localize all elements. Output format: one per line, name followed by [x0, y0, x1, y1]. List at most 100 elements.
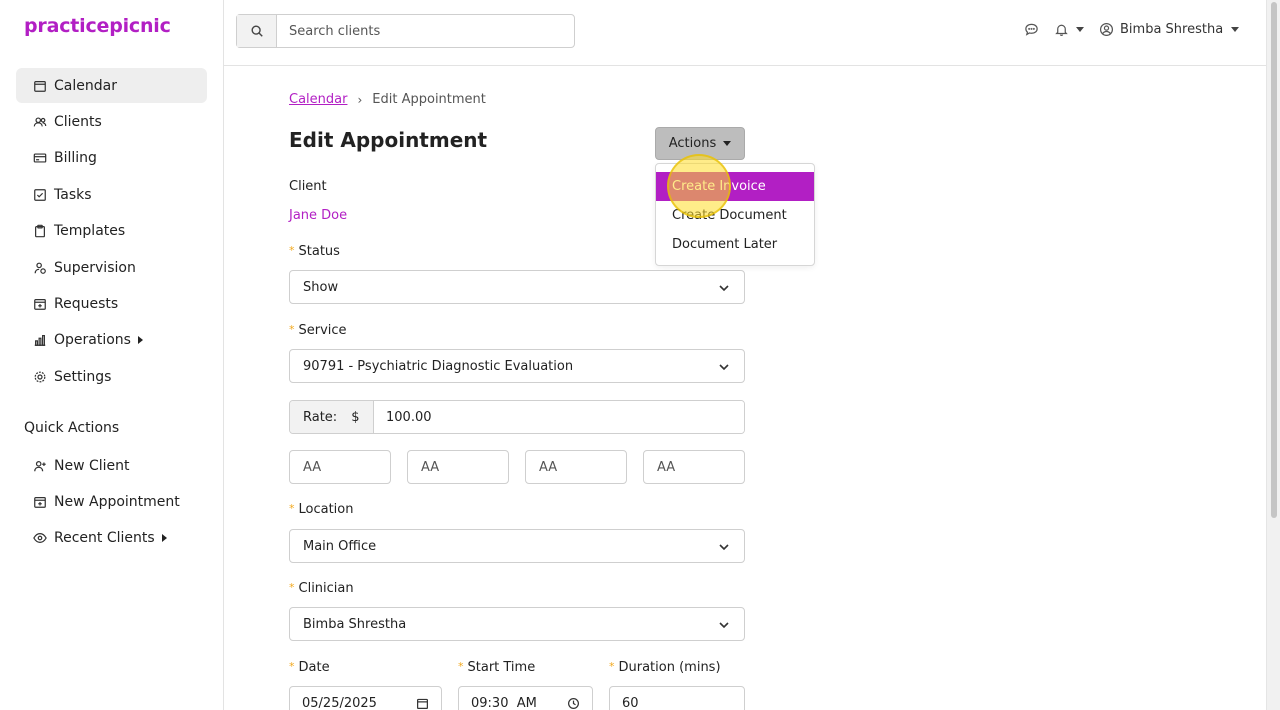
bar-chart-icon: [32, 332, 47, 347]
calendar-icon[interactable]: [416, 697, 429, 710]
sidebar-item-clients[interactable]: Clients: [16, 104, 207, 139]
scrollbar-thumb[interactable]: [1271, 2, 1277, 518]
actions-button[interactable]: Actions: [655, 127, 745, 160]
client-name-link[interactable]: Jane Doe: [289, 208, 347, 223]
status-value: Show: [303, 279, 339, 295]
sidebar-item-settings[interactable]: Settings: [16, 359, 207, 394]
sidebar-item-operations[interactable]: Operations: [16, 322, 207, 357]
sidebar-item-label: Settings: [54, 368, 112, 385]
quick-action-label: New Client: [54, 457, 130, 474]
actions-button-label: Actions: [668, 136, 717, 151]
quick-action-new-client[interactable]: New Client: [16, 448, 207, 483]
user-plus-icon: [32, 458, 47, 473]
sidebar-item-supervision[interactable]: Supervision: [16, 250, 207, 285]
rate-label: Rate:: [303, 409, 338, 425]
user-supervision-icon: [32, 260, 47, 275]
breadcrumb: Calendar › Edit Appointment: [289, 92, 486, 107]
start-time-input[interactable]: 09:30 AM: [458, 686, 593, 710]
location-value: Main Office: [303, 538, 377, 554]
quick-action-label: Recent Clients: [54, 529, 155, 546]
date-label: * Date: [289, 660, 330, 675]
quick-action-recent-clients[interactable]: Recent Clients: [16, 520, 207, 555]
chevron-down-icon: [1076, 27, 1084, 32]
chevron-down-icon: [1231, 27, 1240, 32]
client-label: Client: [289, 179, 327, 194]
sidebar-item-requests[interactable]: Requests: [16, 286, 207, 321]
start-time-value: 09:30 AM: [471, 695, 537, 710]
menu-item-create-invoice[interactable]: Create Invoice: [656, 172, 814, 201]
required-marker: *: [609, 660, 615, 673]
required-marker: *: [289, 323, 295, 336]
sidebar-item-label: Templates: [54, 222, 126, 239]
rate-input[interactable]: [374, 401, 744, 433]
sidebar-item-label: Calendar: [54, 77, 117, 94]
chevron-down-icon: [718, 361, 730, 373]
caret-right-icon: [161, 533, 167, 542]
users-icon: [32, 114, 47, 129]
currency-symbol: $: [351, 409, 360, 425]
user-name: Bimba Shrestha: [1120, 22, 1224, 37]
sidebar-item-calendar[interactable]: Calendar: [16, 68, 207, 103]
chat-button[interactable]: [1024, 22, 1039, 37]
rate-field: Rate: $: [289, 400, 745, 434]
sidebar-item-label: Operations: [54, 331, 131, 348]
quick-action-label: New Appointment: [54, 493, 180, 510]
calendar-plus-icon: [32, 296, 47, 311]
status-label: * Status: [289, 244, 340, 259]
chevron-down-icon: [718, 282, 730, 294]
clock-icon[interactable]: [567, 697, 580, 710]
chat-bubble-icon: [1025, 23, 1038, 36]
duration-input[interactable]: 60: [609, 686, 745, 710]
sidebar-item-label: Billing: [54, 149, 97, 166]
menu-item-create-document[interactable]: Create Document: [656, 201, 814, 230]
search-box: [236, 14, 575, 48]
user-circle-icon: [1099, 22, 1114, 37]
service-label: * Service: [289, 323, 347, 338]
modifier-input-1[interactable]: [289, 450, 391, 484]
status-select[interactable]: Show: [289, 270, 745, 304]
service-select[interactable]: 90791 - Psychiatric Diagnostic Evaluatio…: [289, 349, 745, 383]
duration-label: * Duration (mins): [609, 660, 721, 675]
date-input[interactable]: 05/25/2025: [289, 686, 442, 710]
breadcrumb-current: Edit Appointment: [372, 92, 486, 107]
gear-icon: [32, 369, 47, 384]
location-select[interactable]: Main Office: [289, 529, 745, 563]
sidebar-item-templates[interactable]: Templates: [16, 213, 207, 248]
page-title: Edit Appointment: [289, 128, 488, 152]
sidebar-item-billing[interactable]: Billing: [16, 140, 207, 175]
quick-actions-heading: Quick Actions: [24, 420, 120, 436]
clinician-select[interactable]: Bimba Shrestha: [289, 607, 745, 641]
modifier-input-4[interactable]: [643, 450, 745, 484]
page-scrollbar[interactable]: [1266, 0, 1280, 710]
bell-icon: [1055, 24, 1068, 36]
notifications-button[interactable]: [1054, 22, 1084, 37]
checkbox-icon: [32, 187, 47, 202]
required-marker: *: [458, 660, 464, 673]
date-value: 05/25/2025: [302, 695, 377, 710]
modifier-input-2[interactable]: [407, 450, 509, 484]
service-value: 90791 - Psychiatric Diagnostic Evaluatio…: [303, 358, 574, 374]
sidebar-item-tasks[interactable]: Tasks: [16, 177, 207, 212]
sidebar-item-label: Requests: [54, 295, 119, 312]
clinician-label: * Clinician: [289, 581, 354, 596]
breadcrumb-calendar-link[interactable]: Calendar: [289, 92, 347, 107]
search-icon: [250, 25, 263, 37]
calendar-plus-icon: [32, 494, 47, 509]
user-menu[interactable]: Bimba Shrestha: [1099, 22, 1240, 37]
sidebar: practicepicnic Calendar Clients Billing …: [0, 0, 224, 710]
quick-action-new-appointment[interactable]: New Appointment: [16, 484, 207, 519]
location-label: * Location: [289, 502, 354, 517]
caret-right-icon: [137, 335, 143, 344]
start-time-label: * Start Time: [458, 660, 536, 675]
search-button[interactable]: [237, 15, 277, 47]
sidebar-item-label: Supervision: [54, 259, 136, 276]
eye-icon: [32, 530, 47, 545]
clinician-value: Bimba Shrestha: [303, 616, 407, 632]
chevron-down-icon: [723, 141, 732, 146]
menu-item-document-later[interactable]: Document Later: [656, 230, 814, 259]
app-logo[interactable]: practicepicnic: [24, 15, 171, 37]
duration-value: 60: [622, 695, 639, 710]
modifier-input-3[interactable]: [525, 450, 627, 484]
chevron-down-icon: [718, 541, 730, 553]
search-input[interactable]: [277, 15, 574, 47]
